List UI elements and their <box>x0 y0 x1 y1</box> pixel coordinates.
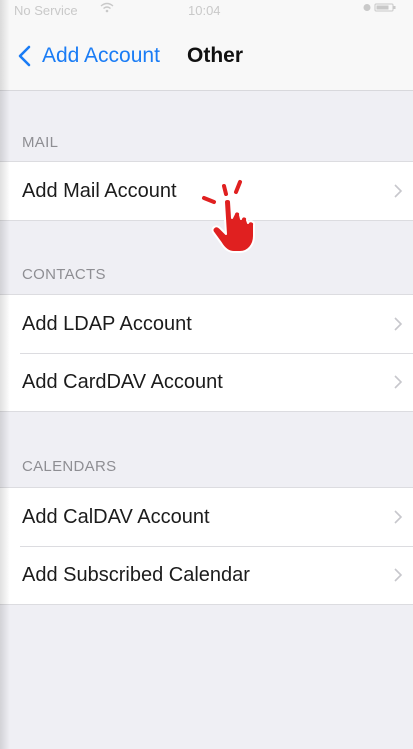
status-bar: No Service 10:04 <box>0 0 413 22</box>
page-title: Other <box>187 44 244 67</box>
wifi-icon <box>100 2 114 16</box>
chevron-right-icon <box>393 374 403 390</box>
row-label: Add LDAP Account <box>22 312 192 335</box>
section-header-contacts: CONTACTS <box>22 266 106 283</box>
chevron-left-icon <box>14 44 38 68</box>
chevron-right-icon <box>393 509 403 525</box>
row-label: Add CalDAV Account <box>22 505 210 528</box>
row-label: Add Mail Account <box>22 179 177 202</box>
carrier-label: No Service <box>14 3 78 18</box>
back-button[interactable]: Add Account <box>14 44 160 68</box>
back-button-label: Add Account <box>42 44 160 67</box>
clock-label: 10:04 <box>188 3 221 18</box>
row-label: Add CardDAV Account <box>22 370 223 393</box>
contacts-group: Add LDAP Account Add CardDAV Account <box>0 294 413 412</box>
section-header-mail: MAIL <box>22 134 59 151</box>
navigation-bar: Add Account Other <box>0 22 413 91</box>
chevron-right-icon <box>393 567 403 583</box>
tap-hand-icon <box>200 178 280 256</box>
battery-icon <box>363 2 397 16</box>
chevron-right-icon <box>393 316 403 332</box>
calendars-group: Add CalDAV Account Add Subscribed Calend… <box>0 487 413 605</box>
settings-screen: No Service 10:04 Add Account Other MAIL … <box>0 0 413 749</box>
add-carddav-account-row[interactable]: Add CardDAV Account <box>0 353 413 411</box>
row-label: Add Subscribed Calendar <box>22 563 250 586</box>
chevron-right-icon <box>393 183 403 199</box>
add-subscribed-calendar-row[interactable]: Add Subscribed Calendar <box>0 546 413 604</box>
add-ldap-account-row[interactable]: Add LDAP Account <box>0 295 413 353</box>
add-caldav-account-row[interactable]: Add CalDAV Account <box>0 488 413 546</box>
section-header-calendars: CALENDARS <box>22 458 117 475</box>
